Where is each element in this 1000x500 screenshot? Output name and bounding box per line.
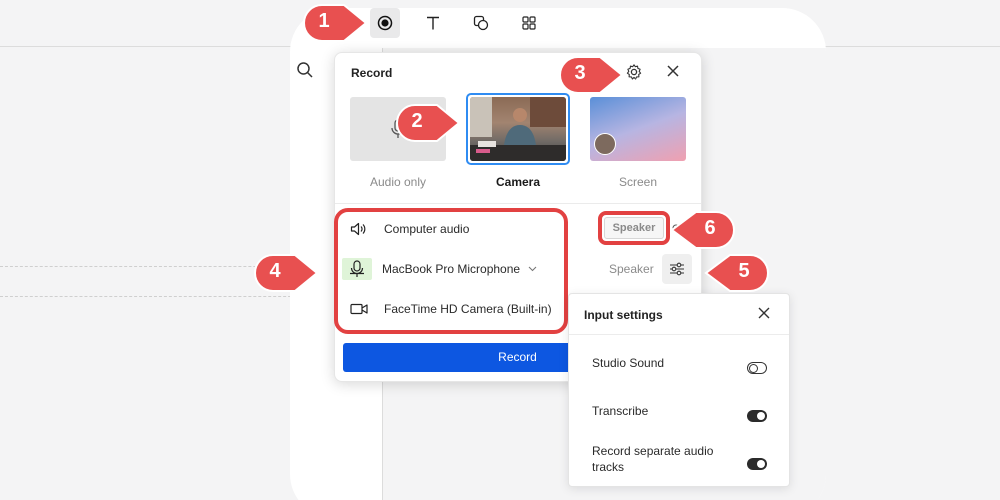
callout-2: 2 <box>396 104 461 142</box>
separate-tracks-toggle[interactable] <box>747 458 767 470</box>
speaker-label: Speaker <box>609 262 654 276</box>
shapes-tool-button[interactable] <box>466 8 496 38</box>
speaker-highlight <box>598 211 670 245</box>
search-button[interactable] <box>296 61 316 81</box>
settings-button[interactable] <box>625 63 645 83</box>
search-icon <box>297 62 313 78</box>
shapes-icon <box>473 15 489 31</box>
screen-preview-thumbnail <box>590 97 686 161</box>
sliders-icon <box>670 262 684 276</box>
mode-camera[interactable]: Camera <box>466 93 570 189</box>
callout-number: 4 <box>269 260 281 282</box>
transcribe-toggle[interactable] <box>747 410 767 422</box>
close-icon <box>758 307 770 319</box>
callout-number: 6 <box>704 217 716 239</box>
sources-highlight <box>334 208 568 334</box>
input-settings-divider <box>569 334 789 335</box>
close-record-panel-button[interactable] <box>665 63 685 83</box>
record-tool-button[interactable] <box>370 8 400 38</box>
text-icon <box>427 16 439 30</box>
separate-tracks-label: Record separate audio tracks <box>592 444 714 474</box>
camera-preview-thumbnail <box>470 97 566 161</box>
callout-number: 5 <box>738 260 750 282</box>
presenter-bubble <box>594 133 616 155</box>
transcribe-label: Transcribe <box>592 404 649 418</box>
close-input-settings-button[interactable] <box>757 306 773 322</box>
mode-screen[interactable]: Screen <box>590 97 686 189</box>
gear-icon <box>626 64 642 80</box>
input-settings-title: Input settings <box>584 308 663 322</box>
callout-number: 2 <box>411 110 423 132</box>
mode-label: Audio only <box>369 175 427 189</box>
grid-tool-button[interactable] <box>514 8 544 38</box>
text-tool-button[interactable] <box>418 8 448 38</box>
mode-label: Camera <box>495 175 541 189</box>
record-icon <box>377 15 393 31</box>
studio-sound-label: Studio Sound <box>592 356 665 370</box>
callout-number: 1 <box>318 10 330 32</box>
callout-number: 3 <box>574 62 586 84</box>
callout-3: 3 <box>559 56 624 94</box>
record-panel-title: Record <box>351 66 393 80</box>
grid-icon <box>522 16 536 30</box>
callout-5: 5 <box>702 254 769 292</box>
mode-label: Screen <box>618 175 658 189</box>
input-settings-button[interactable] <box>662 254 692 284</box>
studio-sound-toggle[interactable] <box>747 362 767 374</box>
input-settings-panel: Input settings Studio Sound Transcribe R… <box>568 293 790 487</box>
callout-4: 4 <box>254 254 319 292</box>
close-icon <box>667 65 679 77</box>
callout-1: 1 <box>303 4 368 42</box>
person-preview-image <box>470 97 566 161</box>
panel-divider <box>335 203 701 204</box>
callout-6: 6 <box>668 211 735 249</box>
